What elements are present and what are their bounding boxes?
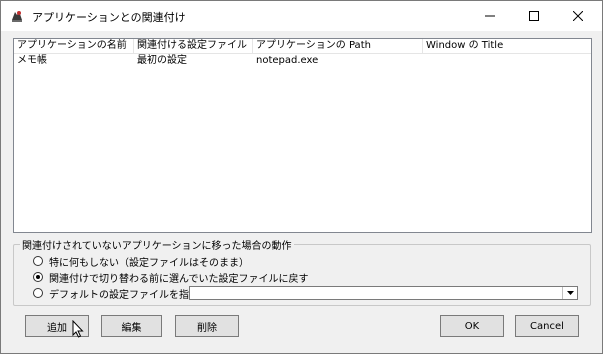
chevron-down-icon — [566, 291, 574, 295]
maximize-button[interactable] — [514, 1, 554, 31]
edit-button[interactable]: 編集 — [101, 315, 162, 337]
cell-settings-file: 最初の設定 — [137, 55, 187, 66]
radio-specify-default[interactable]: デフォルトの設定ファイルを指定 — [33, 286, 199, 301]
list-header: アプリケーションの名前 関連付ける設定ファイル アプリケーションの Path W… — [14, 39, 591, 54]
minimize-icon — [485, 15, 495, 17]
radio-circle[interactable] — [33, 288, 43, 298]
default-file-combobox[interactable] — [189, 286, 578, 300]
radio-label: デフォルトの設定ファイルを指定 — [49, 289, 199, 301]
application-list[interactable]: アプリケーションの名前 関連付ける設定ファイル アプリケーションの Path W… — [13, 38, 592, 233]
delete-button[interactable]: 削除 — [175, 315, 239, 337]
dialog-window: アプリケーションとの関連付け アプリケーションの名前 関連付ける設定ファイル ア… — [0, 0, 603, 354]
list-item[interactable]: メモ帳 最初の設定 notepad.exe — [14, 54, 591, 68]
title-bar[interactable]: アプリケーションとの関連付け — [1, 1, 602, 31]
app-icon — [12, 11, 22, 22]
radio-do-nothing[interactable]: 特に何もしない（設定ファイルはそのまま） — [33, 254, 249, 269]
cancel-button[interactable]: Cancel — [515, 315, 579, 337]
combo-dropdown-button[interactable] — [562, 287, 577, 299]
window-title: アプリケーションとの関連付け — [32, 11, 186, 24]
maximize-icon — [529, 11, 539, 21]
cell-app-path: notepad.exe — [256, 55, 319, 66]
column-header-app-name[interactable]: アプリケーションの名前 — [14, 39, 134, 53]
ok-button[interactable]: OK — [440, 315, 504, 337]
close-button[interactable] — [558, 1, 598, 31]
radio-circle[interactable] — [33, 256, 43, 266]
radio-label: 関連付けで切り替わる前に選んでいた設定ファイルに戻す — [49, 273, 309, 285]
column-header-window-title[interactable]: Window の Title — [423, 39, 591, 53]
close-icon — [573, 11, 583, 21]
radio-restore-previous[interactable]: 関連付けで切り替わる前に選んでいた設定ファイルに戻す — [33, 270, 309, 285]
cell-app-name: メモ帳 — [17, 55, 47, 66]
column-header-settings-file[interactable]: 関連付ける設定ファイル — [134, 39, 253, 53]
minimize-button[interactable] — [470, 1, 510, 31]
radio-circle-checked[interactable] — [33, 272, 43, 282]
cell-window-title — [423, 54, 591, 68]
radio-label: 特に何もしない（設定ファイルはそのまま） — [49, 257, 249, 269]
group-legend: 関連付けされていないアプリケーションに移った場合の動作 — [20, 237, 294, 252]
column-header-app-path[interactable]: アプリケーションの Path — [253, 39, 423, 53]
mouse-cursor-icon — [72, 320, 84, 338]
